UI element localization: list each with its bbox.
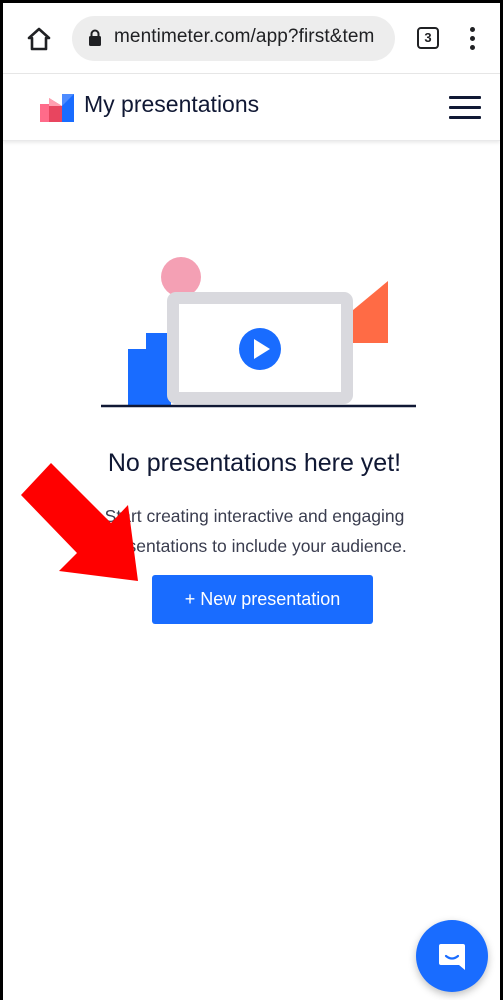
home-icon[interactable] xyxy=(25,25,53,53)
url-text: mentimeter.com/app?first&tem xyxy=(114,26,375,47)
page-title: My presentations xyxy=(84,91,260,117)
chat-icon xyxy=(439,944,465,970)
app-header: My presentations xyxy=(3,74,500,141)
browser-toolbar: mentimeter.com/app?first&tem 3 xyxy=(3,3,500,74)
browser-frame: mentimeter.com/app?first&tem 3 My presen… xyxy=(0,0,503,1000)
mentimeter-logo-icon xyxy=(40,94,74,122)
chat-button[interactable] xyxy=(416,920,488,992)
lock-icon xyxy=(89,29,101,46)
blue-bar-shape-short xyxy=(128,349,146,405)
orange-triangle-shape xyxy=(347,281,388,343)
empty-state-illustration xyxy=(101,257,416,408)
red-arrow-annotation-icon xyxy=(21,463,138,581)
address-bar[interactable]: mentimeter.com/app?first&tem xyxy=(72,16,395,61)
hamburger-menu-icon[interactable] xyxy=(449,96,481,120)
new-presentation-button[interactable]: + New presentation xyxy=(152,575,373,624)
tab-switcher-button[interactable]: 3 xyxy=(417,27,439,49)
browser-menu-icon[interactable] xyxy=(467,27,477,51)
pink-circle-shape xyxy=(161,257,201,297)
